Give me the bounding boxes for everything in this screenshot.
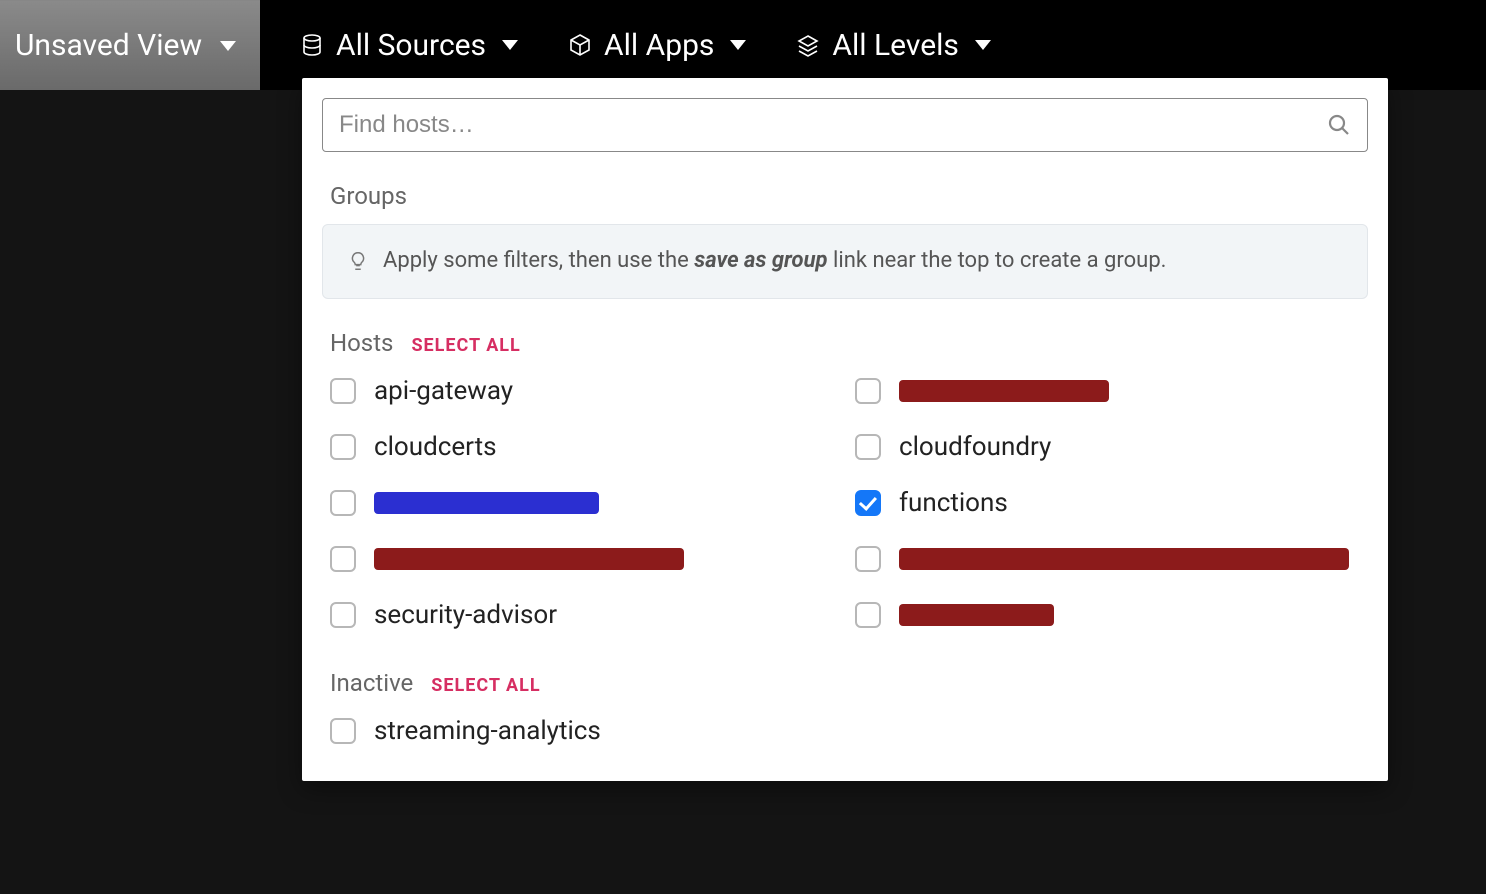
view-tab-label: Unsaved View [15,28,202,63]
host-label: api-gateway [374,376,513,406]
host-label: security-advisor [374,600,557,630]
caret-down-icon [975,40,991,50]
checkbox[interactable] [855,378,881,404]
hosts-select-all[interactable]: SELECT ALL [411,335,520,356]
caret-down-icon [220,41,236,51]
inactive-label: streaming-analytics [374,716,601,746]
lightbulb-icon [347,250,369,272]
inactive-item[interactable]: streaming-analytics [330,715,1360,747]
host-item[interactable]: security-advisor [330,599,835,631]
filter-levels[interactable]: All Levels [796,28,991,63]
groups-tip: Apply some filters, then use the save as… [322,224,1368,299]
redacted-label [899,380,1109,402]
checkbox[interactable] [855,602,881,628]
database-icon [300,33,324,57]
search-input[interactable] [339,111,1327,139]
checkbox[interactable] [855,546,881,572]
tip-text-suffix: link near the top to create a group. [828,248,1167,273]
host-item[interactable] [855,599,1360,631]
host-item[interactable] [330,487,835,519]
search-box[interactable] [322,98,1368,152]
host-item[interactable]: functions [855,487,1360,519]
host-item[interactable] [855,375,1360,407]
redacted-label [899,548,1349,570]
filter-apps-label: All Apps [604,28,714,63]
filter-sources-label: All Sources [336,28,486,63]
hosts-heading: Hosts [330,329,393,357]
host-label: cloudcerts [374,432,497,462]
view-tab[interactable]: Unsaved View [0,0,260,90]
inactive-header: Inactive SELECT ALL [302,669,1388,707]
checkbox[interactable] [330,718,356,744]
host-item[interactable] [330,543,835,575]
redacted-label [374,548,684,570]
hosts-header: Hosts SELECT ALL [302,329,1388,367]
checkbox[interactable] [330,378,356,404]
hosts-grid: api-gateway cloudcerts cloudfoundry func… [302,367,1388,659]
tip-text-bold: save as group [694,248,827,273]
redacted-label [374,492,599,514]
cube-icon [568,33,592,57]
checkbox-checked[interactable] [855,490,881,516]
host-item[interactable]: cloudcerts [330,431,835,463]
host-item[interactable]: api-gateway [330,375,835,407]
groups-heading: Groups [302,172,1388,224]
host-item[interactable] [855,543,1360,575]
redacted-label [899,604,1054,626]
checkbox[interactable] [330,434,356,460]
host-label: functions [899,488,1008,518]
caret-down-icon [730,40,746,50]
checkbox[interactable] [330,546,356,572]
host-item[interactable]: cloudfoundry [855,431,1360,463]
filter-bar: All Sources All Apps All [260,0,991,90]
filter-levels-label: All Levels [832,28,959,63]
inactive-heading: Inactive [330,669,413,697]
caret-down-icon [502,40,518,50]
checkbox[interactable] [330,602,356,628]
checkbox[interactable] [330,490,356,516]
checkbox[interactable] [855,434,881,460]
filter-apps[interactable]: All Apps [568,28,746,63]
tip-text-prefix: Apply some filters, then use the [383,248,694,273]
topbar: Unsaved View All Sources [0,0,1486,90]
host-label: cloudfoundry [899,432,1051,462]
layers-icon [796,33,820,57]
inactive-select-all[interactable]: SELECT ALL [431,675,540,696]
search-icon [1327,113,1351,137]
sources-dropdown-panel: Groups Apply some filters, then use the … [302,78,1388,781]
filter-sources[interactable]: All Sources [300,28,518,63]
